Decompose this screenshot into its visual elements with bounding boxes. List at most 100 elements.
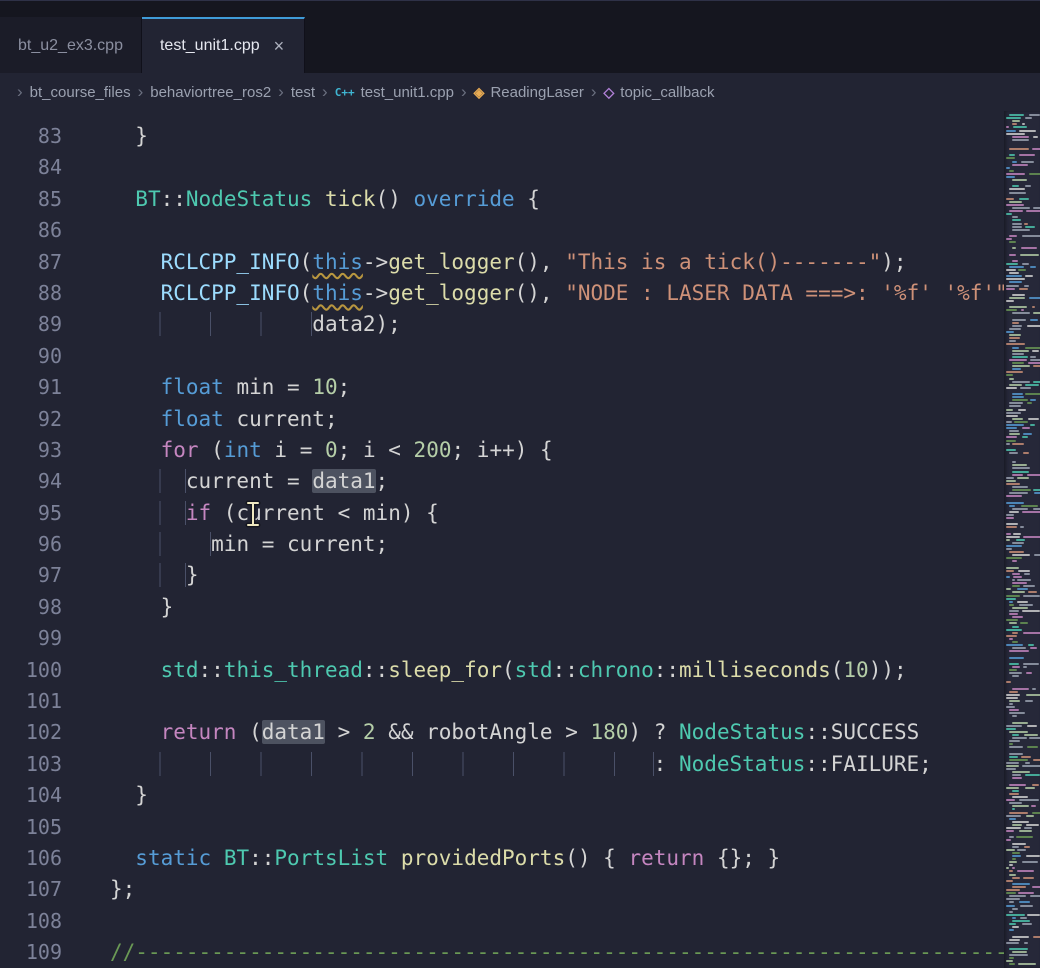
code-text[interactable]: }; [62, 874, 135, 905]
code-text[interactable]: static BT::PortsList providedPorts() { r… [62, 843, 780, 874]
code-line: 107}; [0, 874, 1040, 905]
code-text[interactable] [62, 906, 110, 937]
line-number[interactable]: 83 [0, 121, 62, 152]
code-text[interactable]: } [62, 780, 148, 811]
code-line: 104 } [0, 780, 1040, 811]
tab-bar: bt_u2_ex3.cpp test_unit1.cpp× [0, 0, 1040, 73]
line-number[interactable]: 105 [0, 812, 62, 843]
breadcrumb-label: ReadingLaser [490, 84, 583, 101]
code-text[interactable] [62, 341, 110, 372]
line-number[interactable]: 90 [0, 341, 62, 372]
line-number[interactable]: 99 [0, 623, 62, 654]
code-text[interactable]: current = data1; [62, 466, 388, 497]
code-line: 98 } [0, 592, 1040, 623]
class-icon: ◈ [474, 84, 485, 101]
code-text[interactable]: } [62, 592, 173, 623]
breadcrumb-item-test[interactable]: test [291, 84, 315, 101]
line-number[interactable]: 107 [0, 874, 62, 905]
code-text[interactable] [62, 686, 110, 717]
line-number[interactable]: 84 [0, 152, 62, 183]
code-text[interactable]: data2); [62, 309, 401, 340]
code-text[interactable]: std::this_thread::sleep_for(std::chrono:… [62, 655, 907, 686]
line-number[interactable]: 88 [0, 278, 62, 309]
breadcrumb-label: bt_course_files [30, 84, 131, 101]
code-text[interactable]: : NodeStatus::FAILURE; [62, 749, 932, 780]
code-line: 109//-----------------------------------… [0, 937, 1040, 968]
line-number[interactable]: 89 [0, 309, 62, 340]
line-number[interactable]: 93 [0, 435, 62, 466]
code-lines: 83 }8485 BT::NodeStatus tick() override … [0, 111, 1040, 968]
code-text[interactable]: if (current < min) { [62, 498, 439, 529]
code-line: 102 return (data1 > 2 && robotAngle > 18… [0, 717, 1040, 748]
breadcrumb-item-bt_course_files[interactable]: bt_course_files [30, 84, 131, 101]
line-number[interactable]: 91 [0, 372, 62, 403]
line-number[interactable]: 109 [0, 937, 62, 968]
code-text[interactable]: for (int i = 0; i < 200; i++) { [62, 435, 553, 466]
code-text[interactable]: min = current; [62, 529, 388, 560]
line-number[interactable]: 104 [0, 780, 62, 811]
code-line: 97 } [0, 560, 1040, 591]
code-text[interactable]: //--------------------------------------… [62, 937, 1040, 968]
code-text[interactable]: BT::NodeStatus tick() override { [62, 184, 540, 215]
code-text[interactable]: } [62, 121, 148, 152]
line-number[interactable]: 96 [0, 529, 62, 560]
line-number[interactable]: 106 [0, 843, 62, 874]
tab-label: bt_u2_ex3.cpp [18, 37, 123, 55]
code-text[interactable]: float min = 10; [62, 372, 350, 403]
code-line: 96 min = current; [0, 529, 1040, 560]
tab-test_unit1.cpp[interactable]: test_unit1.cpp× [142, 17, 305, 73]
line-number[interactable]: 103 [0, 749, 62, 780]
code-line: 86 [0, 215, 1040, 246]
code-line: 95 if (current < min) { [0, 498, 1040, 529]
code-text[interactable] [62, 215, 110, 246]
tab-bt_u2_ex3.cpp[interactable]: bt_u2_ex3.cpp [0, 17, 142, 73]
chevron-right-icon: › [322, 82, 328, 102]
line-number[interactable]: 95 [0, 498, 62, 529]
minimap[interactable] [1004, 111, 1040, 968]
breadcrumb-label: topic_callback [620, 84, 714, 101]
code-line: 105 [0, 812, 1040, 843]
code-line: 103 : NodeStatus::FAILURE; [0, 749, 1040, 780]
line-number[interactable]: 98 [0, 592, 62, 623]
chevron-right-icon: › [461, 82, 467, 102]
breadcrumb-item-test_unit1.cpp[interactable]: C++ test_unit1.cpp [335, 84, 454, 101]
chevron-right-icon: › [17, 82, 23, 102]
tab-close-icon[interactable]: × [272, 36, 287, 57]
code-line: 108 [0, 906, 1040, 937]
line-number[interactable]: 97 [0, 560, 62, 591]
method-icon: ◇ [604, 84, 615, 101]
code-text[interactable] [62, 152, 110, 183]
breadcrumb-item-ReadingLaser[interactable]: ◈ ReadingLaser [474, 84, 584, 101]
line-number[interactable]: 92 [0, 404, 62, 435]
line-number[interactable]: 101 [0, 686, 62, 717]
line-number[interactable]: 102 [0, 717, 62, 748]
code-line: 84 [0, 152, 1040, 183]
breadcrumb-item-behaviortree_ros2[interactable]: behaviortree_ros2 [150, 84, 271, 101]
breadcrumb-label: behaviortree_ros2 [150, 84, 271, 101]
line-number[interactable]: 94 [0, 466, 62, 497]
line-number[interactable]: 108 [0, 906, 62, 937]
line-number[interactable]: 100 [0, 655, 62, 686]
code-text[interactable] [62, 812, 110, 843]
code-text[interactable]: RCLCPP_INFO(this->get_logger(), "NODE : … [62, 278, 1040, 309]
code-line: 83 } [0, 121, 1040, 152]
code-editor[interactable]: 83 }8485 BT::NodeStatus tick() override … [0, 111, 1040, 968]
line-number[interactable]: 86 [0, 215, 62, 246]
code-line: 99 [0, 623, 1040, 654]
breadcrumb: › bt_course_files › behaviortree_ros2 › test ›… [0, 73, 1040, 111]
breadcrumb-item-topic_callback[interactable]: ◇ topic_callback [604, 84, 715, 101]
code-text[interactable]: RCLCPP_INFO(this->get_logger(), "This is… [62, 247, 907, 278]
code-line: 85 BT::NodeStatus tick() override { [0, 184, 1040, 215]
code-text[interactable] [62, 623, 110, 654]
code-line: 94 current = data1; [0, 466, 1040, 497]
line-number[interactable]: 85 [0, 184, 62, 215]
code-line: 93 for (int i = 0; i < 200; i++) { [0, 435, 1040, 466]
code-text[interactable]: float current; [62, 404, 338, 435]
cpp-file-icon: C++ [335, 86, 355, 99]
line-number[interactable]: 87 [0, 247, 62, 278]
code-line: 89 data2); [0, 309, 1040, 340]
chevron-right-icon: › [278, 82, 284, 102]
code-text[interactable]: } [62, 560, 199, 591]
breadcrumb-label: test_unit1.cpp [361, 84, 454, 101]
code-text[interactable]: return (data1 > 2 && robotAngle > 180) ?… [62, 717, 919, 748]
